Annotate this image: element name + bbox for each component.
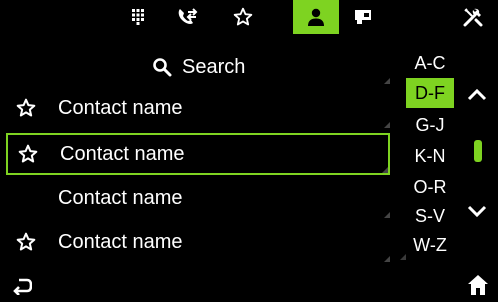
corner-marker <box>384 256 390 262</box>
search-icon <box>153 58 172 77</box>
chevron-up-icon <box>467 88 487 101</box>
scroll-down-button[interactable] <box>462 198 492 224</box>
corner-marker <box>384 122 390 128</box>
alpha-index-d-f[interactable]: D-F <box>406 78 454 108</box>
scroll-up-button[interactable] <box>462 82 492 108</box>
settings-tools-icon <box>463 8 483 27</box>
corner-marker <box>384 78 390 84</box>
settings-button[interactable] <box>450 0 496 34</box>
messages-icon <box>355 10 371 24</box>
alpha-index-a-c[interactable]: A-C <box>406 48 454 78</box>
tab-recent-calls[interactable] <box>164 0 210 34</box>
contact-name: Contact name <box>60 142 185 165</box>
dialpad-icon <box>132 9 144 25</box>
contacts-person-icon <box>308 8 324 26</box>
corner-marker <box>384 212 390 218</box>
alpha-label: S-V <box>414 205 445 226</box>
list-item[interactable]: Contact name <box>6 178 390 218</box>
recent-calls-icon <box>178 8 198 24</box>
alpha-label: G-J <box>415 114 445 135</box>
alpha-label: O-R <box>413 176 447 197</box>
home-button[interactable] <box>462 270 494 300</box>
list-item[interactable]: Contact name <box>6 133 390 175</box>
contact-name: Contact name <box>58 96 183 119</box>
alpha-index-k-n[interactable]: K-N <box>406 141 454 171</box>
tab-messages[interactable] <box>340 0 386 34</box>
back-icon <box>13 278 32 295</box>
alpha-index-o-r[interactable]: O-R <box>406 172 454 202</box>
home-icon <box>468 275 488 295</box>
alpha-label: W-Z <box>413 234 447 255</box>
alpha-index-w-z[interactable]: W-Z <box>400 230 454 260</box>
search-label: Search <box>182 55 246 78</box>
list-item[interactable]: Contact name <box>6 222 390 262</box>
alpha-label: K-N <box>414 145 446 166</box>
contact-name: Contact name <box>58 186 183 209</box>
favorite-star-icon <box>12 144 44 164</box>
back-button[interactable] <box>6 272 38 300</box>
favorites-star-icon <box>233 7 253 26</box>
alpha-label: D-F <box>415 82 445 103</box>
alpha-label: A-C <box>414 52 446 73</box>
alpha-index-s-v[interactable]: S-V <box>406 201 454 231</box>
search-button[interactable]: Search <box>152 54 245 80</box>
tab-contacts[interactable] <box>293 0 339 34</box>
corner-marker <box>382 167 388 173</box>
corner-marker <box>400 254 406 260</box>
favorite-star-icon <box>10 232 42 252</box>
scrollbar-thumb[interactable] <box>474 140 482 162</box>
alpha-index-g-j[interactable]: G-J <box>406 110 454 140</box>
tab-dialpad[interactable] <box>115 0 161 34</box>
tab-favorites[interactable] <box>220 0 266 34</box>
list-item[interactable]: Contact name <box>6 88 390 128</box>
favorite-star-icon <box>10 98 42 118</box>
chevron-down-icon <box>467 205 487 218</box>
contact-name: Contact name <box>58 230 183 253</box>
